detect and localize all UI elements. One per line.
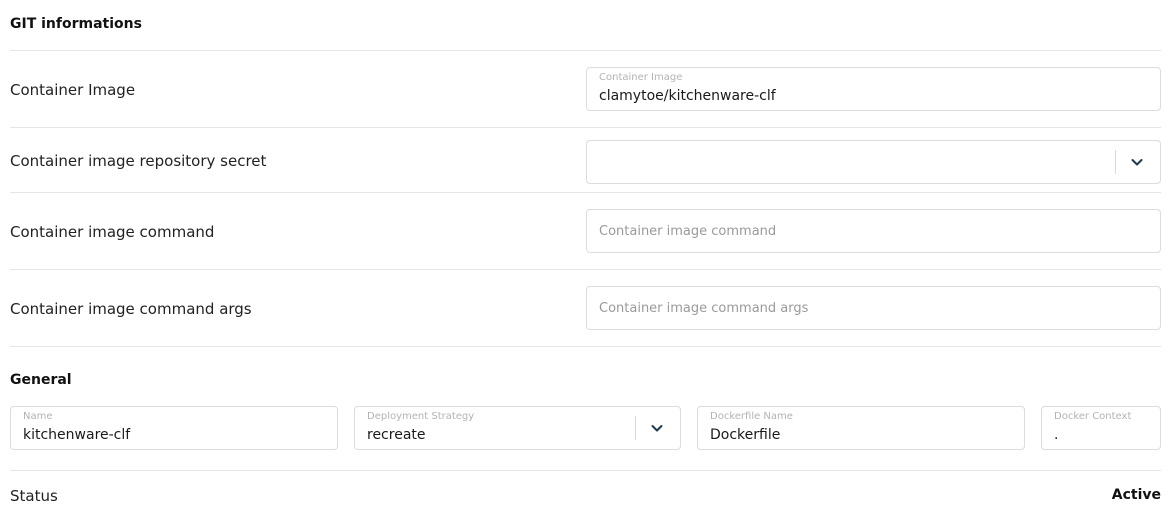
divider <box>10 269 1161 270</box>
name-field-label: Name <box>23 411 53 422</box>
docker-context-value: . <box>1054 427 1059 443</box>
status-label: Status <box>10 487 58 505</box>
divider <box>10 192 1161 193</box>
deployment-strategy-value: recreate <box>367 427 426 443</box>
image-command-input[interactable] <box>587 210 1160 252</box>
divider <box>10 50 1161 51</box>
repository-secret-select[interactable] <box>586 140 1161 184</box>
image-command-args-input[interactable] <box>587 287 1160 329</box>
dockerfile-name-field[interactable]: Dockerfile Name Dockerfile <box>697 406 1025 450</box>
deployment-strategy-label: Deployment Strategy <box>367 411 475 422</box>
image-command-args-label: Container image command args <box>10 300 252 318</box>
docker-context-label: Docker Context <box>1054 411 1132 422</box>
dockerfile-name-value: Dockerfile <box>710 427 781 443</box>
container-image-field[interactable]: Container Image clamytoe/kitchenware-clf <box>586 67 1161 111</box>
container-image-value: clamytoe/kitchenware-clf <box>599 88 776 104</box>
divider <box>10 127 1161 128</box>
image-command-field[interactable] <box>586 209 1161 253</box>
container-image-label: Container Image <box>10 81 136 99</box>
repository-secret-label: Container image repository secret <box>10 152 267 170</box>
container-image-field-label: Container Image <box>599 72 683 83</box>
divider <box>10 346 1161 347</box>
git-section-title: GIT informations <box>10 16 142 32</box>
docker-context-field[interactable]: Docker Context . <box>1041 406 1161 450</box>
image-command-label: Container image command <box>10 223 215 241</box>
chevron-down-icon[interactable] <box>1130 155 1144 169</box>
name-value: kitchenware-clf <box>23 427 131 443</box>
divider <box>10 470 1161 471</box>
name-field[interactable]: Name kitchenware-clf <box>10 406 338 450</box>
dockerfile-name-label: Dockerfile Name <box>710 411 793 422</box>
chevron-down-icon[interactable] <box>650 421 664 435</box>
general-section-title: General <box>10 372 72 388</box>
select-separator <box>635 416 636 440</box>
image-command-args-field[interactable] <box>586 286 1161 330</box>
deployment-strategy-select[interactable]: Deployment Strategy recreate <box>354 406 681 450</box>
select-separator <box>1115 150 1116 174</box>
status-value: Active <box>1111 487 1161 503</box>
